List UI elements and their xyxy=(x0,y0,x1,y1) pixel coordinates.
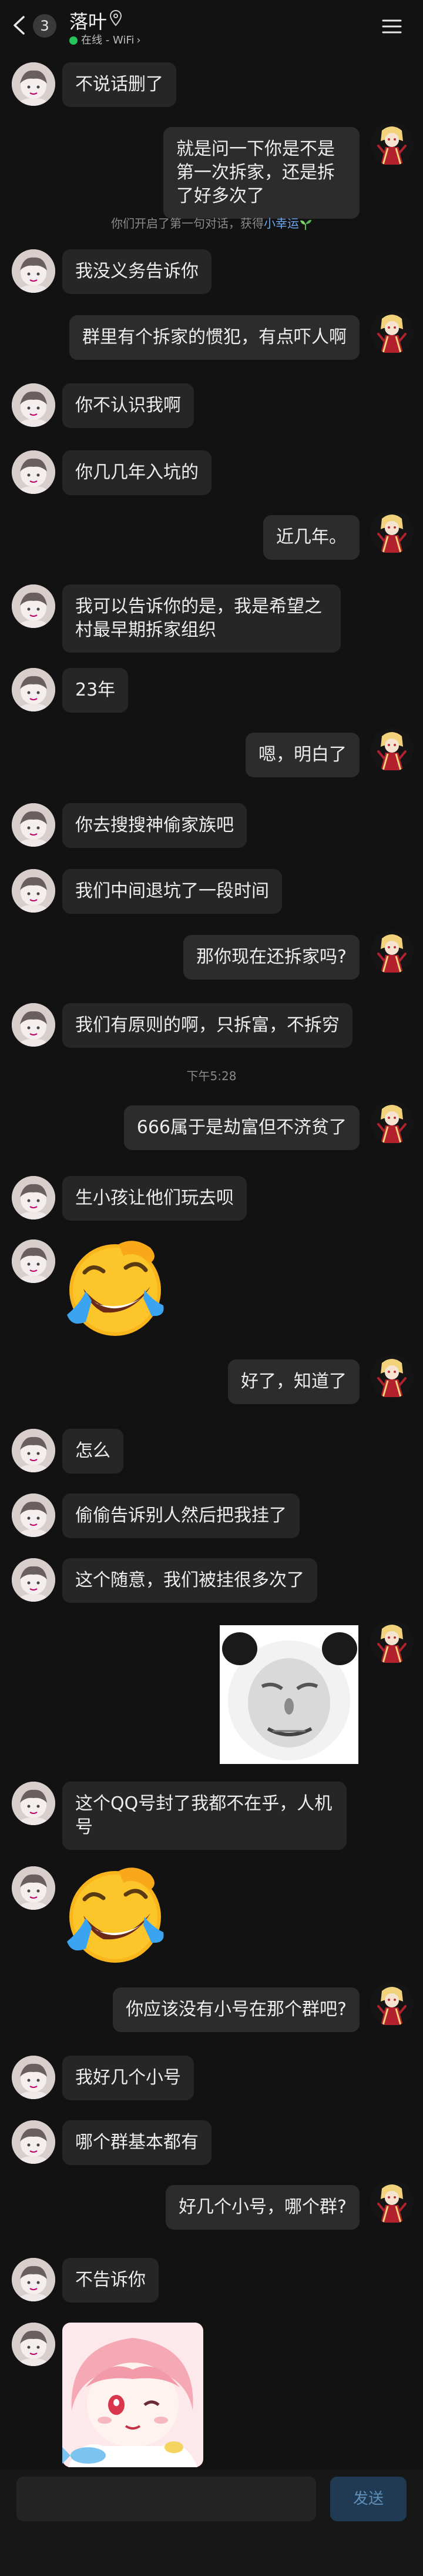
contact-avatar[interactable] xyxy=(12,383,55,427)
status-text: 在线 - WiFi xyxy=(81,34,135,46)
contact-avatar[interactable] xyxy=(12,2056,55,2099)
contact-avatar[interactable] xyxy=(12,62,55,106)
message-bubble[interactable]: 就是问一下你是不是第一次拆家，还是拆了好多次了 xyxy=(163,127,360,219)
my-avatar[interactable] xyxy=(370,122,414,166)
my-avatar[interactable] xyxy=(370,1621,414,1664)
chevron-right-icon: › xyxy=(136,34,141,46)
message-bubble[interactable]: 我们中间退坑了一段时间 xyxy=(62,869,282,914)
my-avatar[interactable] xyxy=(370,728,414,771)
send-button[interactable]: 发送 xyxy=(330,2477,407,2521)
my-avatar[interactable] xyxy=(370,510,414,554)
message-bubble[interactable]: 这个QQ号封了我都不在乎，人机号 xyxy=(62,1782,347,1850)
contact-avatar[interactable] xyxy=(12,1176,55,1219)
message-bubble[interactable]: 我们有原则的啊，只拆富，不拆穷 xyxy=(62,1003,352,1048)
my-avatar[interactable] xyxy=(370,930,414,974)
unread-count-badge[interactable]: 3 xyxy=(33,14,56,38)
contact-avatar[interactable] xyxy=(12,249,55,293)
panda-meme-sticker[interactable] xyxy=(220,1625,358,1764)
contact-avatar[interactable] xyxy=(12,584,55,628)
contact-avatar[interactable] xyxy=(12,668,55,711)
message-bubble[interactable]: 我没义务告诉你 xyxy=(62,249,212,294)
message-bubble[interactable]: 哪个群基本都有 xyxy=(62,2120,212,2165)
timestamp: 下午5:28 xyxy=(186,1069,237,1083)
sprout-icon xyxy=(300,219,311,230)
message-bubble[interactable]: 你去搜搜神偷家族吧 xyxy=(62,803,247,848)
message-bubble[interactable]: 好几个小号，哪个群? xyxy=(166,2185,360,2230)
contact-avatar[interactable] xyxy=(12,1239,55,1283)
message-bubble[interactable]: 你应该没有小号在那个群吧? xyxy=(113,1987,360,2032)
system-notice-text: 你们开启了第一句对话，获得 xyxy=(111,216,264,230)
my-avatar[interactable] xyxy=(370,1355,414,1398)
system-notice: 你们开启了第一句对话，获得小幸运 xyxy=(0,214,423,231)
contact-avatar[interactable] xyxy=(12,2258,55,2301)
contact-avatar[interactable] xyxy=(12,2323,55,2366)
contact-avatar[interactable] xyxy=(12,1429,55,1472)
contact-name[interactable]: 落叶 xyxy=(69,7,107,34)
my-avatar[interactable] xyxy=(370,2180,414,2224)
online-dot-icon xyxy=(69,36,78,45)
message-bubble[interactable]: 偷偷告诉别人然后把我挂了 xyxy=(62,1494,300,1538)
contact-avatar[interactable] xyxy=(12,450,55,494)
message-bubble[interactable]: 不说话删了 xyxy=(62,62,176,107)
message-bubble[interactable]: 近几年。 xyxy=(263,515,360,560)
message-bubble[interactable]: 我好几个小号 xyxy=(62,2056,194,2100)
message-input[interactable] xyxy=(16,2477,316,2521)
message-bubble[interactable]: 666属于是劫富但不济贫了 xyxy=(123,1105,360,1150)
message-bubble[interactable]: 你不认识我啊 xyxy=(62,383,194,428)
online-status[interactable]: 在线 - WiFi › xyxy=(69,32,141,47)
location-pin-icon xyxy=(109,9,122,26)
composer-bar: 发送 xyxy=(0,2470,423,2576)
lucky-link[interactable]: 小幸运 xyxy=(264,216,299,230)
my-avatar[interactable] xyxy=(370,310,414,354)
chat-header: 3 落叶 在线 - WiFi › xyxy=(0,0,423,54)
anime-girl-sticker[interactable] xyxy=(62,2323,203,2467)
contact-avatar[interactable] xyxy=(12,1866,55,1910)
contact-avatar[interactable] xyxy=(12,1003,55,1047)
message-bubble[interactable]: 生小孩让他们玩去呗 xyxy=(62,1176,247,1221)
hamburger-menu-icon[interactable] xyxy=(381,16,403,36)
my-avatar[interactable] xyxy=(370,1983,414,2026)
laughing-emoji-sticker[interactable] xyxy=(62,1866,168,1966)
message-bubble[interactable]: 那你现在还拆家吗? xyxy=(183,935,360,980)
contact-avatar[interactable] xyxy=(12,869,55,913)
message-bubble[interactable]: 怎么 xyxy=(62,1429,123,1474)
contact-avatar[interactable] xyxy=(12,1494,55,1537)
message-bubble[interactable]: 嗯，明白了 xyxy=(246,733,360,777)
message-bubble[interactable]: 群里有个拆家的惯犯，有点吓人啊 xyxy=(69,315,360,360)
my-avatar[interactable] xyxy=(370,1101,414,1144)
message-bubble[interactable]: 我可以告诉你的是，我是希望之村最早期拆家组织 xyxy=(62,584,341,653)
message-bubble[interactable]: 不告诉你 xyxy=(62,2258,159,2303)
message-bubble[interactable]: 好了，知道了 xyxy=(228,1359,360,1404)
back-arrow-icon[interactable] xyxy=(11,15,28,35)
message-bubble[interactable]: 23年 xyxy=(62,668,129,713)
laughing-emoji-sticker[interactable] xyxy=(62,1239,168,1339)
contact-avatar[interactable] xyxy=(12,2120,55,2164)
contact-avatar[interactable] xyxy=(12,1558,55,1602)
contact-avatar[interactable] xyxy=(12,1782,55,1825)
message-bubble[interactable]: 你几几年入坑的 xyxy=(62,450,212,495)
contact-avatar[interactable] xyxy=(12,803,55,847)
message-bubble[interactable]: 这个随意，我们被挂很多次了 xyxy=(62,1558,317,1603)
